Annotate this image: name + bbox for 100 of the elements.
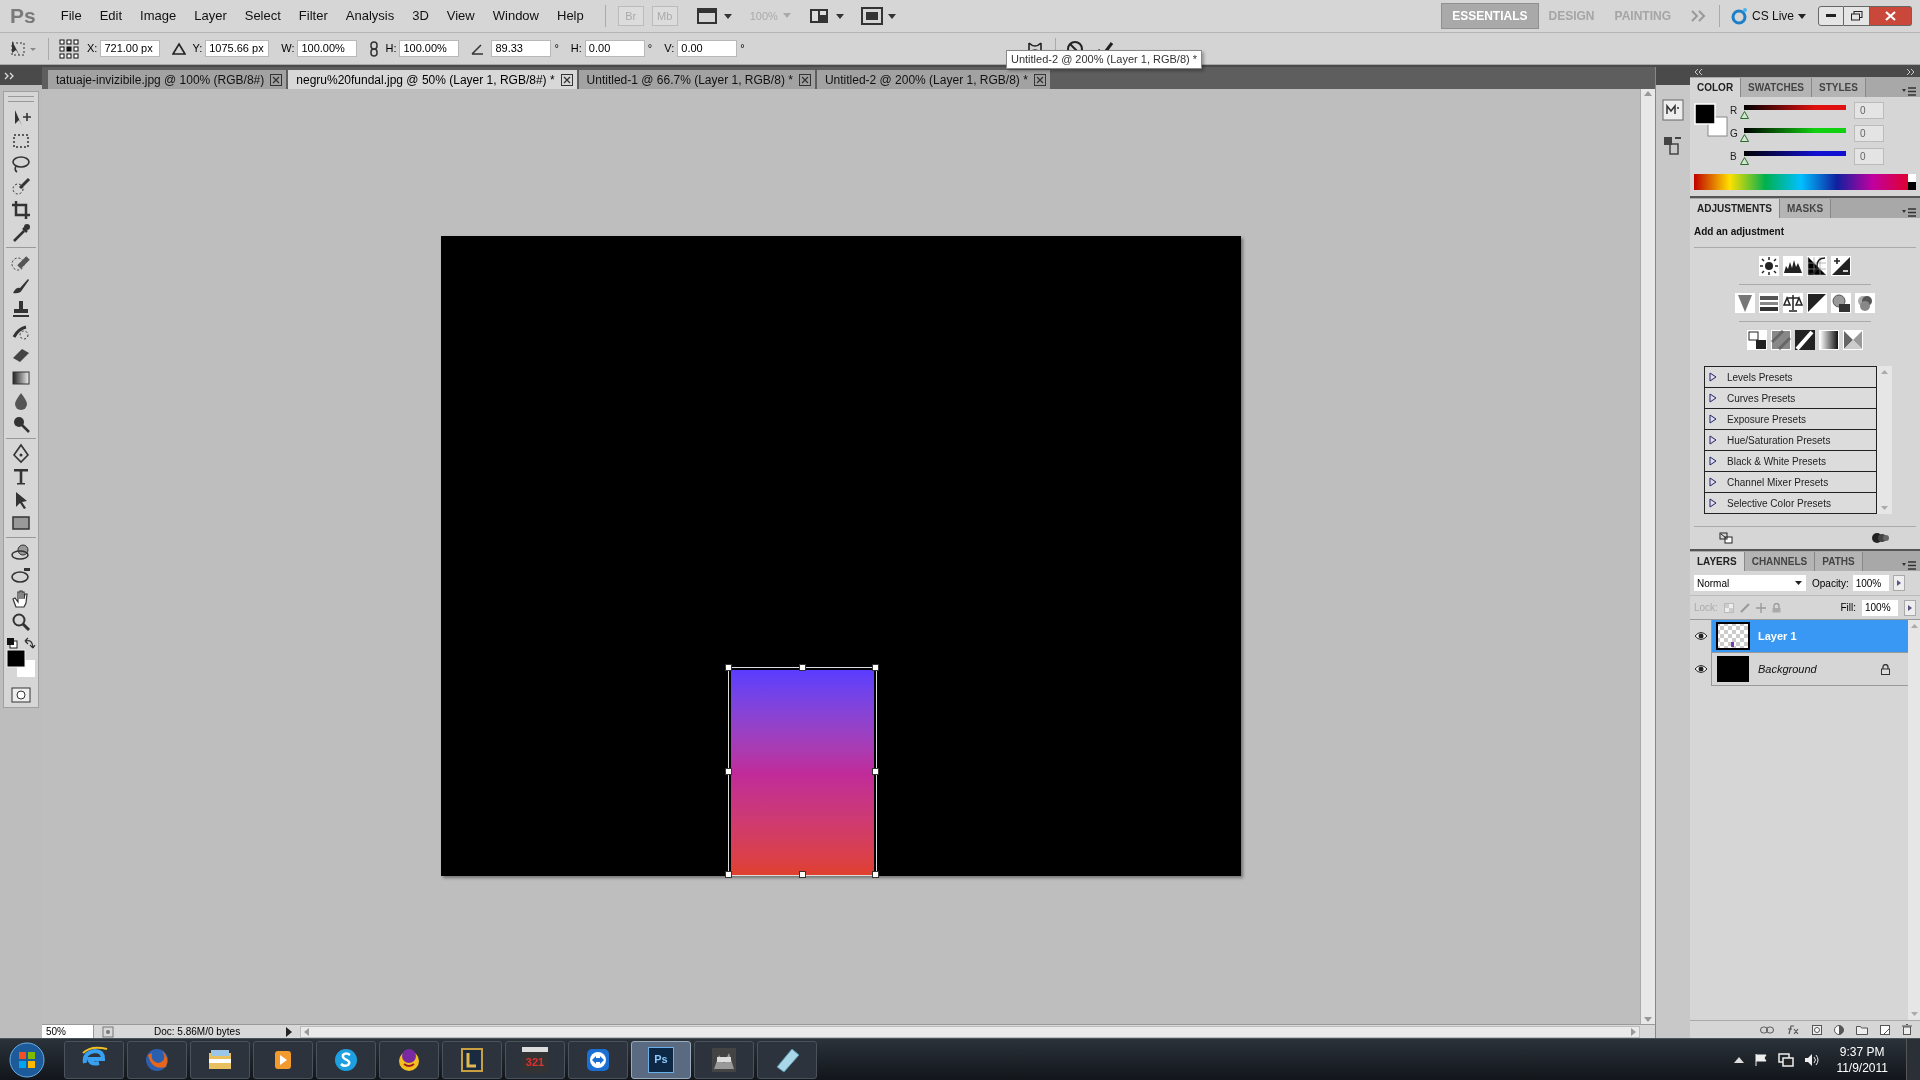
reference-point-grid-icon[interactable]: [59, 38, 79, 59]
close-tab-icon[interactable]: [270, 73, 283, 86]
preset-item[interactable]: Black & White Presets: [1705, 451, 1876, 472]
preset-item[interactable]: Exposure Presets: [1705, 409, 1876, 430]
history-panel-icon[interactable]: [1662, 135, 1684, 157]
document-tab[interactable]: negru%20fundal.jpg @ 50% (Layer 1, RGB/8#) *: [288, 70, 577, 89]
transform-field[interactable]: 721.00 px: [100, 40, 161, 57]
adjustment-layer-icon[interactable]: [1834, 1024, 1844, 1035]
transform-field[interactable]: 100.00%: [399, 40, 460, 57]
layer-name[interactable]: Background: [1758, 660, 1881, 678]
hue-saturation-icon[interactable]: [1759, 293, 1779, 313]
panel-menu-icon[interactable]: [1902, 561, 1916, 571]
menu-item[interactable]: Window: [483, 6, 548, 26]
preset-item[interactable]: Curves Presets: [1705, 388, 1876, 409]
close-button[interactable]: [1870, 6, 1912, 26]
crop-icon[interactable]: [10, 198, 32, 221]
exposure-icon[interactable]: [1831, 256, 1851, 276]
action-center-flag-icon[interactable]: [1754, 1052, 1769, 1067]
disclosure-triangle-icon[interactable]: [1709, 414, 1717, 424]
panel-tab[interactable]: ADJUSTMENTS: [1690, 199, 1780, 218]
channel-mixer-icon[interactable]: [1855, 293, 1875, 313]
brightness-contrast-icon[interactable]: [1759, 256, 1779, 276]
taskbar-button[interactable]: [379, 1040, 439, 1079]
disclosure-triangle-icon[interactable]: [1709, 372, 1717, 382]
panel-menu-icon[interactable]: [1902, 87, 1916, 97]
disclosure-triangle-icon[interactable]: [1709, 435, 1717, 445]
minimize-button[interactable]: [1818, 6, 1844, 26]
close-tab-icon[interactable]: [1033, 73, 1046, 86]
zoom-level-field[interactable]: 50%: [42, 1024, 94, 1039]
channel-value-field[interactable]: 0: [1854, 125, 1884, 142]
menu-item[interactable]: 3D: [403, 6, 438, 26]
preset-item[interactable]: Hue/Saturation Presets: [1705, 430, 1876, 451]
transform-field[interactable]: 0.00: [584, 40, 645, 57]
disclosure-triangle-icon[interactable]: [1709, 456, 1717, 466]
vibrance-icon[interactable]: [1735, 293, 1755, 313]
layer-row[interactable]: Background: [1690, 653, 1908, 686]
menu-item[interactable]: View: [437, 6, 484, 26]
menu-item[interactable]: Help: [548, 6, 593, 26]
triangle-arrow-icon[interactable]: [1908, 604, 1912, 611]
panel-tab[interactable]: COLOR: [1690, 78, 1742, 97]
triangle-arrow-icon[interactable]: [1795, 581, 1802, 585]
collapse-dock-icon[interactable]: [1694, 69, 1704, 75]
selective-color-icon[interactable]: [1843, 330, 1863, 350]
slider-thumb[interactable]: [1740, 110, 1749, 119]
mini-bridge-icon[interactable]: [1662, 99, 1684, 121]
clip-to-layer-icon[interactable]: [1871, 532, 1891, 544]
foreground-background-swatch-icon[interactable]: [1694, 103, 1728, 137]
start-orb-icon[interactable]: [8, 1040, 46, 1079]
screen-mode-icon[interactable]: [695, 6, 734, 26]
document-tab[interactable]: tatuaje-invizibile.jpg @ 100% (RGB/8#): [48, 70, 287, 89]
delete-layer-trash-icon[interactable]: [1902, 1024, 1912, 1035]
swap-colors-icon[interactable]: [24, 637, 36, 649]
panel-tab[interactable]: STYLES: [1812, 78, 1866, 97]
blend-mode-dropdown[interactable]: Normal: [1694, 575, 1806, 591]
layer-mask-icon[interactable]: [1812, 1024, 1822, 1035]
preset-item[interactable]: Levels Presets: [1705, 367, 1876, 388]
taskbar-button[interactable]: Ps: [631, 1040, 691, 1079]
volume-icon[interactable]: [1804, 1052, 1821, 1067]
transform-field[interactable]: 89.33: [491, 40, 552, 57]
panel-tab[interactable]: LAYERS: [1690, 552, 1745, 571]
fill-field[interactable]: 100%: [1862, 599, 1898, 616]
document-tab[interactable]: Untitled-1 @ 66.7% (Layer 1, RGB/8) *: [578, 70, 815, 89]
full-screen-icon[interactable]: [859, 6, 898, 26]
channel-value-field[interactable]: 0: [1854, 148, 1884, 165]
menu-item[interactable]: File: [51, 6, 91, 26]
document-tab[interactable]: Untitled-2 @ 200% (Layer 1, RGB/8) *: [816, 70, 1050, 89]
menu-item[interactable]: Select: [235, 6, 290, 26]
panel-tab[interactable]: CHANNELS: [1744, 552, 1816, 571]
default-colors-icon[interactable]: [6, 637, 18, 649]
return-to-list-icon[interactable]: [1719, 532, 1733, 544]
menu-item[interactable]: Analysis: [336, 6, 404, 26]
opacity-slider-button[interactable]: [1892, 575, 1905, 591]
levels-icon[interactable]: [1783, 256, 1803, 276]
link-icon[interactable]: [369, 40, 380, 57]
layer-style-icon[interactable]: [1786, 1024, 1800, 1035]
taskbar-button[interactable]: [694, 1040, 754, 1079]
diagonal-split-icon[interactable]: [1807, 293, 1827, 313]
transform-field[interactable]: 1075.66 px: [205, 40, 270, 57]
preset-item[interactable]: Channel Mixer Presets: [1705, 472, 1876, 493]
menu-item[interactable]: Filter: [289, 6, 337, 26]
slider-thumb[interactable]: [1740, 133, 1749, 142]
quick-selection-icon[interactable]: [10, 175, 32, 198]
triangle-arrow-icon[interactable]: [1896, 580, 1901, 586]
channel-value-field[interactable]: 0: [1854, 102, 1884, 119]
network-icon[interactable]: [1778, 1052, 1795, 1067]
gradient-map-icon[interactable]: [1819, 330, 1839, 350]
collapse-panel-icon[interactable]: [4, 72, 16, 80]
fill-slider-button[interactable]: [1904, 599, 1916, 616]
transform-field[interactable]: 100.00%: [297, 40, 358, 57]
taskbar-button[interactable]: [253, 1040, 313, 1079]
show-hidden-icons-icon[interactable]: [1734, 1055, 1745, 1064]
panel-tab[interactable]: SWATCHES: [1741, 78, 1813, 97]
visibility-eye-icon[interactable]: [1693, 631, 1708, 641]
status-menu-arrow-icon[interactable]: [284, 1025, 294, 1038]
panel-tab[interactable]: MASKS: [1780, 199, 1832, 218]
posterize-icon[interactable]: [1771, 330, 1791, 350]
taskbar-button[interactable]: [190, 1040, 250, 1079]
invert-icon[interactable]: [1747, 330, 1767, 350]
close-tab-icon[interactable]: [560, 73, 573, 86]
expand-dock-icon[interactable]: [1906, 69, 1916, 75]
